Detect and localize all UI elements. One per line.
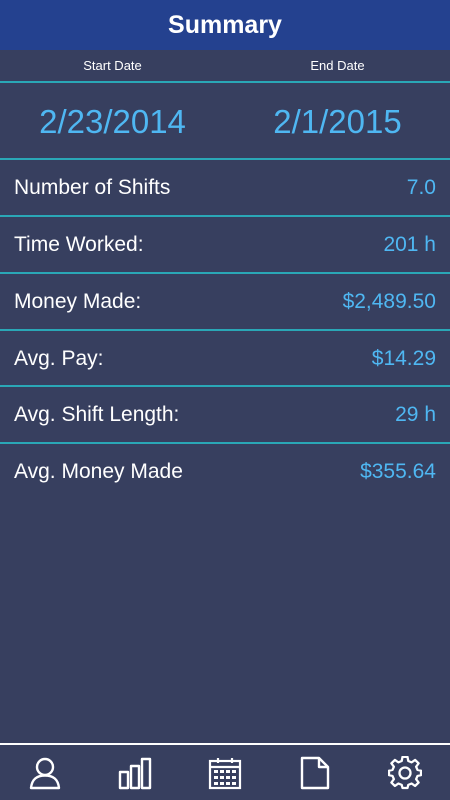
stat-label: Money Made:: [14, 289, 142, 313]
bar-chart-icon: [118, 757, 152, 789]
stat-row-money-made: Money Made: $2,489.50: [0, 274, 450, 329]
title-bar: Summary: [0, 0, 450, 50]
stat-label: Avg. Money Made: [14, 459, 183, 483]
calendar-icon: [208, 757, 242, 789]
end-date-label: End Date: [310, 58, 365, 73]
end-date-value[interactable]: 2/1/2015: [225, 83, 450, 158]
date-range: 2/23/2014 2/1/2015: [0, 83, 450, 158]
stat-row-avg-shift-length: Avg. Shift Length: 29 h: [0, 387, 450, 442]
nav-statistics-button[interactable]: [105, 748, 165, 798]
stat-value: 201 h: [383, 232, 436, 256]
start-date-value[interactable]: 2/23/2014: [0, 83, 225, 158]
stat-row-avg-money-made: Avg. Money Made $355.64: [0, 444, 450, 499]
page-title: Summary: [168, 10, 282, 39]
document-icon: [300, 756, 330, 789]
stat-value: $2,489.50: [342, 289, 436, 313]
nav-reports-button[interactable]: [285, 748, 345, 798]
person-icon: [29, 757, 61, 789]
stat-label: Time Worked:: [14, 232, 144, 256]
stat-row-avg-pay: Avg. Pay: $14.29: [0, 331, 450, 386]
stat-value: $14.29: [371, 346, 436, 370]
stat-value: 29 h: [395, 402, 436, 426]
nav-settings-button[interactable]: [375, 748, 435, 798]
stat-row-number-of-shifts: Number of Shifts 7.0: [0, 160, 450, 215]
gear-icon: [388, 755, 422, 789]
stat-label: Avg. Shift Length:: [14, 402, 180, 426]
nav-profile-button[interactable]: [15, 748, 75, 798]
nav-calendar-button[interactable]: [195, 748, 255, 798]
stat-row-time-worked: Time Worked: 201 h: [0, 217, 450, 272]
date-labels: Start Date End Date: [0, 50, 450, 81]
bottom-nav: [0, 743, 450, 800]
stat-value: $355.64: [360, 459, 436, 483]
stat-label: Avg. Pay:: [14, 346, 104, 370]
stat-value: 7.0: [406, 175, 436, 199]
summary-screen: Summary Start Date End Date 2/23/2014 2/…: [0, 0, 450, 800]
stat-label: Number of Shifts: [14, 175, 171, 199]
start-date-label: Start Date: [83, 58, 142, 73]
